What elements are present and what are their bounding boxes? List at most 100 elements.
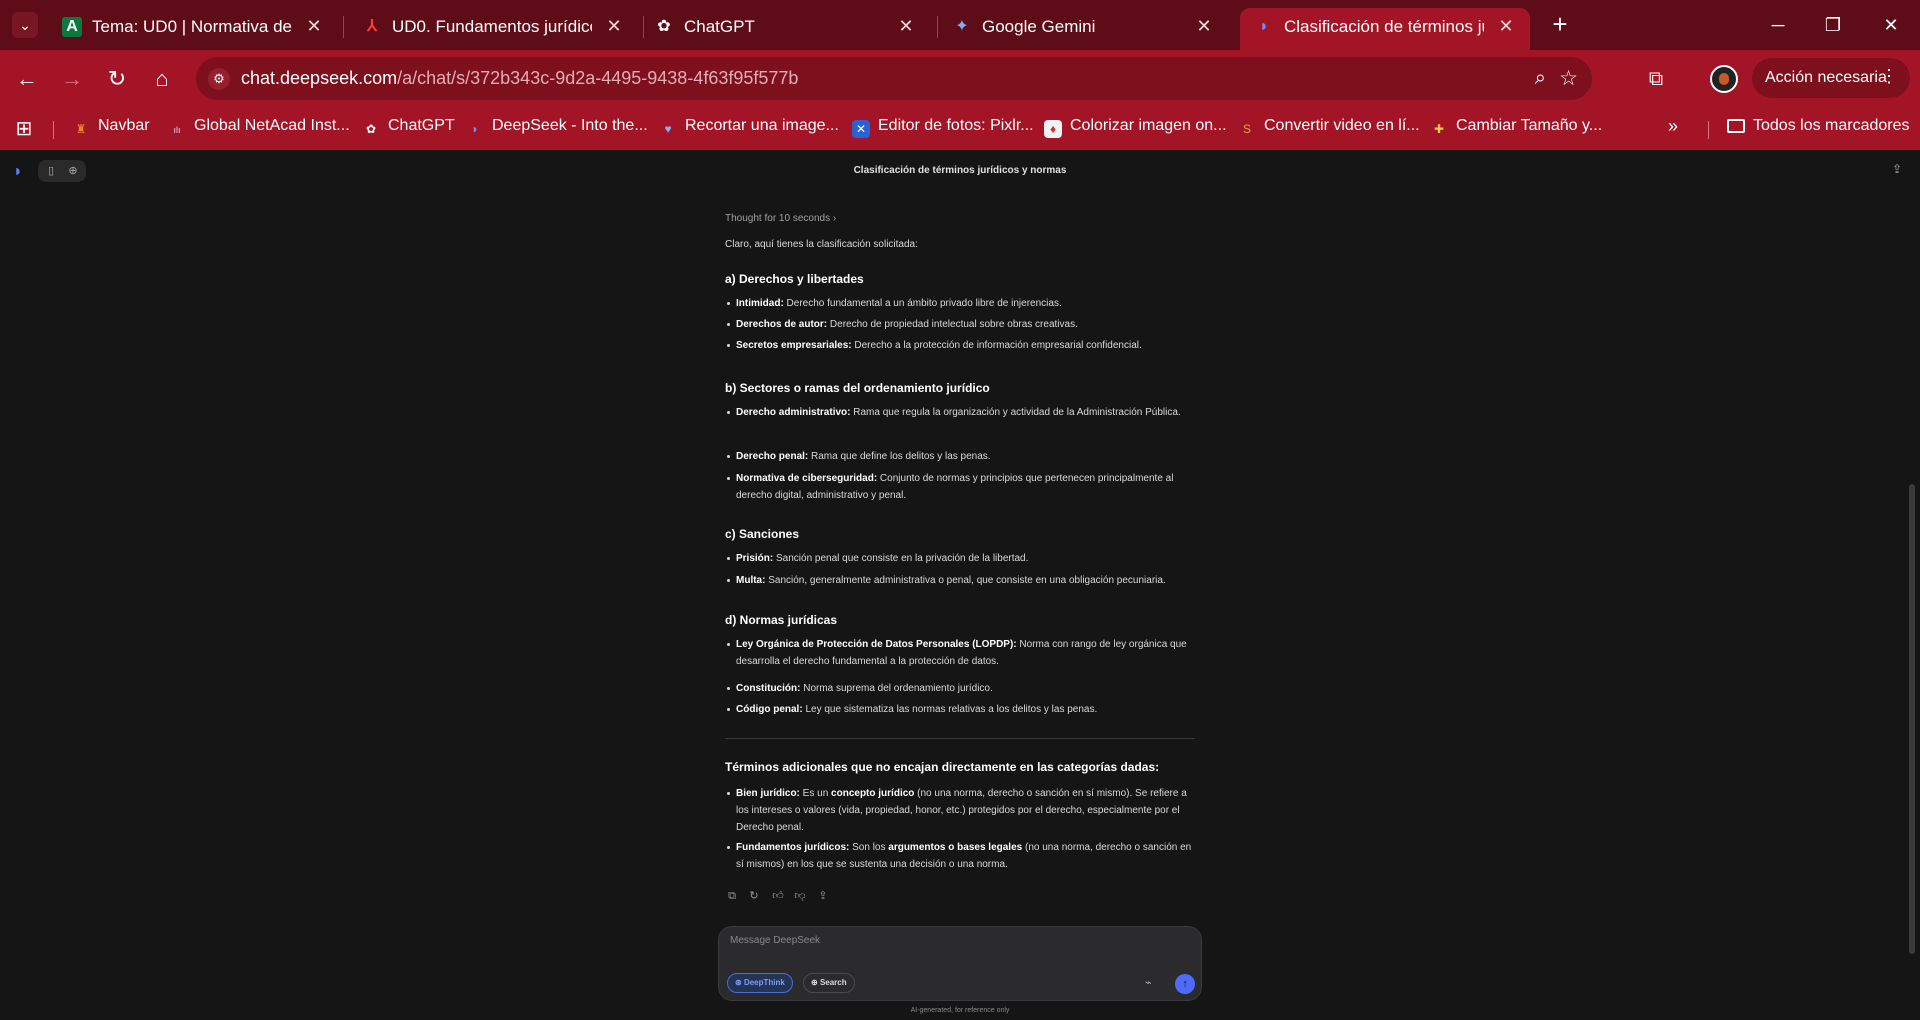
share-icon[interactable]: ⇪ <box>1892 162 1902 176</box>
gemini-icon: ✦ <box>955 18 969 35</box>
tab-chatgpt[interactable]: ✿ ChatGPT ✕ <box>640 8 930 50</box>
list-item: Prisión: Sanción penal que consiste en l… <box>727 550 1195 567</box>
bookmark-convertir[interactable]: S Convertir video en lí... <box>1238 117 1420 141</box>
scrollbar-thumb[interactable] <box>1909 484 1915 954</box>
bookmarks-bar: ⊞ ♜ Navbar ılı Global NetAcad Inst... ✿ Cha… <box>0 107 1920 150</box>
thought-toggle[interactable]: Thought for 10 seconds › <box>725 210 836 227</box>
tab-search-chevron-icon[interactable]: ⌄ <box>12 12 38 38</box>
tab-clasificacion[interactable]: ◗ Clasificación de términos jurídic ✕ <box>1240 8 1530 50</box>
deepthink-icon: ⊛ <box>735 978 742 987</box>
tab-title: Tema: UD0 | Normativa de Cibe <box>92 17 292 36</box>
list-item: Código penal: Ley que sistematiza las no… <box>727 701 1195 718</box>
attach-icon[interactable]: ⌁ <box>1145 976 1152 989</box>
heart-icon: ♥ <box>664 122 672 136</box>
colorize-icon: ♦ <box>1044 120 1062 138</box>
tab-title: ChatGPT <box>684 17 755 36</box>
tab-title: Google Gemini <box>982 17 1096 36</box>
folder-icon <box>1727 119 1745 133</box>
message-input[interactable]: Message DeepSeek <box>730 935 820 946</box>
list-item: Fundamentos jurídicos: Son los argumento… <box>727 839 1195 873</box>
bookmark-label: ChatGPT <box>388 117 455 134</box>
bookmark-pixlr[interactable]: ✕ Editor de fotos: Pixlr... <box>852 117 1034 141</box>
list-item: Derecho penal: Rama que define los delit… <box>727 448 1195 465</box>
new-tab-button[interactable]: + <box>1545 10 1575 40</box>
thumbs-up-icon[interactable]: 👍︎ <box>771 889 785 903</box>
tab-tema-ud0[interactable]: A Tema: UD0 | Normativa de Cibe ✕ <box>48 8 338 50</box>
extensions-icon[interactable]: ⧉ <box>1643 66 1669 92</box>
bookmark-divider <box>53 121 54 139</box>
bookmark-colorizar[interactable]: ♦ Colorizar imagen on... <box>1044 117 1227 141</box>
bookmark-netacad[interactable]: ılı Global NetAcad Inst... <box>168 117 350 141</box>
url-text[interactable]: chat.deepseek.com/a/chat/s/372b343c-9d2a… <box>241 68 798 89</box>
close-tab-icon[interactable]: ✕ <box>604 16 624 36</box>
intro-text: Claro, aquí tienes la clasificación soli… <box>725 239 918 250</box>
tab-gemini[interactable]: ✦ Google Gemini ✕ <box>938 8 1228 50</box>
forward-button[interactable]: → <box>57 64 87 94</box>
action-needed-button[interactable]: Acción necesaria ⋮ <box>1752 58 1910 98</box>
close-tab-icon[interactable]: ✕ <box>304 16 324 36</box>
zoom-icon[interactable]: ⌕ <box>1535 67 1546 90</box>
bookmark-recortar[interactable]: ♥ Recortar una image... <box>659 117 838 141</box>
section-heading: b) Sectores o ramas del ordenamiento jur… <box>725 381 990 395</box>
chat-title: Clasificación de términos jurídicos y no… <box>853 165 1067 176</box>
list-item: Derechos de autor: Derecho de propiedad … <box>727 316 1195 333</box>
restore-button[interactable]: ❐ <box>1818 10 1848 40</box>
bookmark-navbar[interactable]: ♜ Navbar <box>72 117 150 141</box>
more-bookmarks-icon[interactable]: » <box>1668 116 1678 137</box>
copy-icon[interactable]: ⧉ <box>725 889 739 903</box>
chatgpt-icon: ✿ <box>365 122 377 136</box>
thumbs-down-icon[interactable]: 👎︎ <box>793 889 807 903</box>
reload-button[interactable]: ↻ <box>102 64 132 94</box>
deepthink-toggle[interactable]: ⊛ DeepThink <box>727 973 793 993</box>
regenerate-icon[interactable]: ↻ <box>747 889 761 903</box>
search-toggle[interactable]: ⊕ Search <box>803 973 855 993</box>
bookmark-label: Convertir video en lí... <box>1264 117 1420 134</box>
divider <box>725 738 1195 739</box>
video-icon: S <box>1242 122 1251 136</box>
minimize-button[interactable]: ─ <box>1763 10 1793 40</box>
bookmark-label: DeepSeek - Into the... <box>492 117 648 134</box>
bookmark-icon: ♜ <box>75 122 87 136</box>
globe-icon: ⊕ <box>811 978 818 987</box>
bookmark-label: Global NetAcad Inst... <box>194 117 350 134</box>
tab-title: Clasificación de términos jurídic <box>1284 17 1484 36</box>
cisco-icon: ılı <box>173 125 181 135</box>
all-bookmarks-folder[interactable]: Todos los marcadores <box>1727 117 1910 141</box>
address-bar[interactable]: ⚙ chat.deepseek.com/a/chat/s/372b343c-9d… <box>196 57 1592 100</box>
bookmark-cambiar[interactable]: ✚ Cambiar Tamaño y... <box>1430 117 1602 141</box>
pdf-icon: ⅄ <box>367 18 377 35</box>
list-item: Derecho administrativo: Rama que regula … <box>727 404 1195 421</box>
action-needed-label: Acción necesaria <box>1765 69 1887 86</box>
puzzle-icon: ✚ <box>1433 122 1445 136</box>
deepthink-label: DeepThink <box>743 978 785 987</box>
bookmark-chatgpt[interactable]: ✿ ChatGPT <box>362 117 455 141</box>
close-tab-icon[interactable]: ✕ <box>1194 16 1214 36</box>
list-item: Intimidad: Derecho fundamental a un ámbi… <box>727 295 1195 312</box>
url-host: chat.deepseek.com <box>241 68 398 88</box>
bookmark-label: Editor de fotos: Pixlr... <box>878 117 1034 134</box>
share-icon[interactable]: ⇪ <box>816 889 830 903</box>
bookmark-star-icon[interactable]: ☆ <box>1559 66 1578 91</box>
section-heading: a) Derechos y libertades <box>725 272 864 286</box>
deepseek-page: ◗ ▯ ⊕ Clasificación de términos jurídico… <box>0 150 1920 1020</box>
profile-avatar[interactable] <box>1710 65 1738 93</box>
site-info-icon[interactable]: ⚙ <box>208 68 230 90</box>
pixlr-icon: ✕ <box>852 120 870 138</box>
close-window-button[interactable]: ✕ <box>1876 10 1906 40</box>
list-item: Secretos empresariales: Derecho a la pro… <box>727 337 1195 354</box>
apps-grid-icon[interactable]: ⊞ <box>12 117 36 141</box>
menu-dots-icon: ⋮ <box>1880 66 1898 86</box>
home-button[interactable]: ⌂ <box>147 64 177 94</box>
andalucia-icon: A <box>62 17 82 37</box>
url-path: /a/chat/s/372b343c-9d2a-4495-9438-4f63f9… <box>397 68 799 88</box>
search-label: Search <box>819 978 847 987</box>
close-tab-icon[interactable]: ✕ <box>1496 16 1516 36</box>
tab-ud0-pdf[interactable]: ⅄ UD0. Fundamentos jurídicos de ✕ <box>348 8 638 50</box>
send-button[interactable]: ↑ <box>1175 974 1195 994</box>
list-item: Ley Orgánica de Protección de Datos Pers… <box>727 636 1195 670</box>
back-button[interactable]: ← <box>12 64 42 94</box>
browser-toolbar: ← → ↻ ⌂ ⚙ chat.deepseek.com/a/chat/s/372… <box>0 50 1920 107</box>
bookmark-deepseek[interactable]: ◗ DeepSeek - Into the... <box>466 117 648 141</box>
section-heading: d) Normas jurídicas <box>725 613 838 627</box>
close-tab-icon[interactable]: ✕ <box>896 16 916 36</box>
